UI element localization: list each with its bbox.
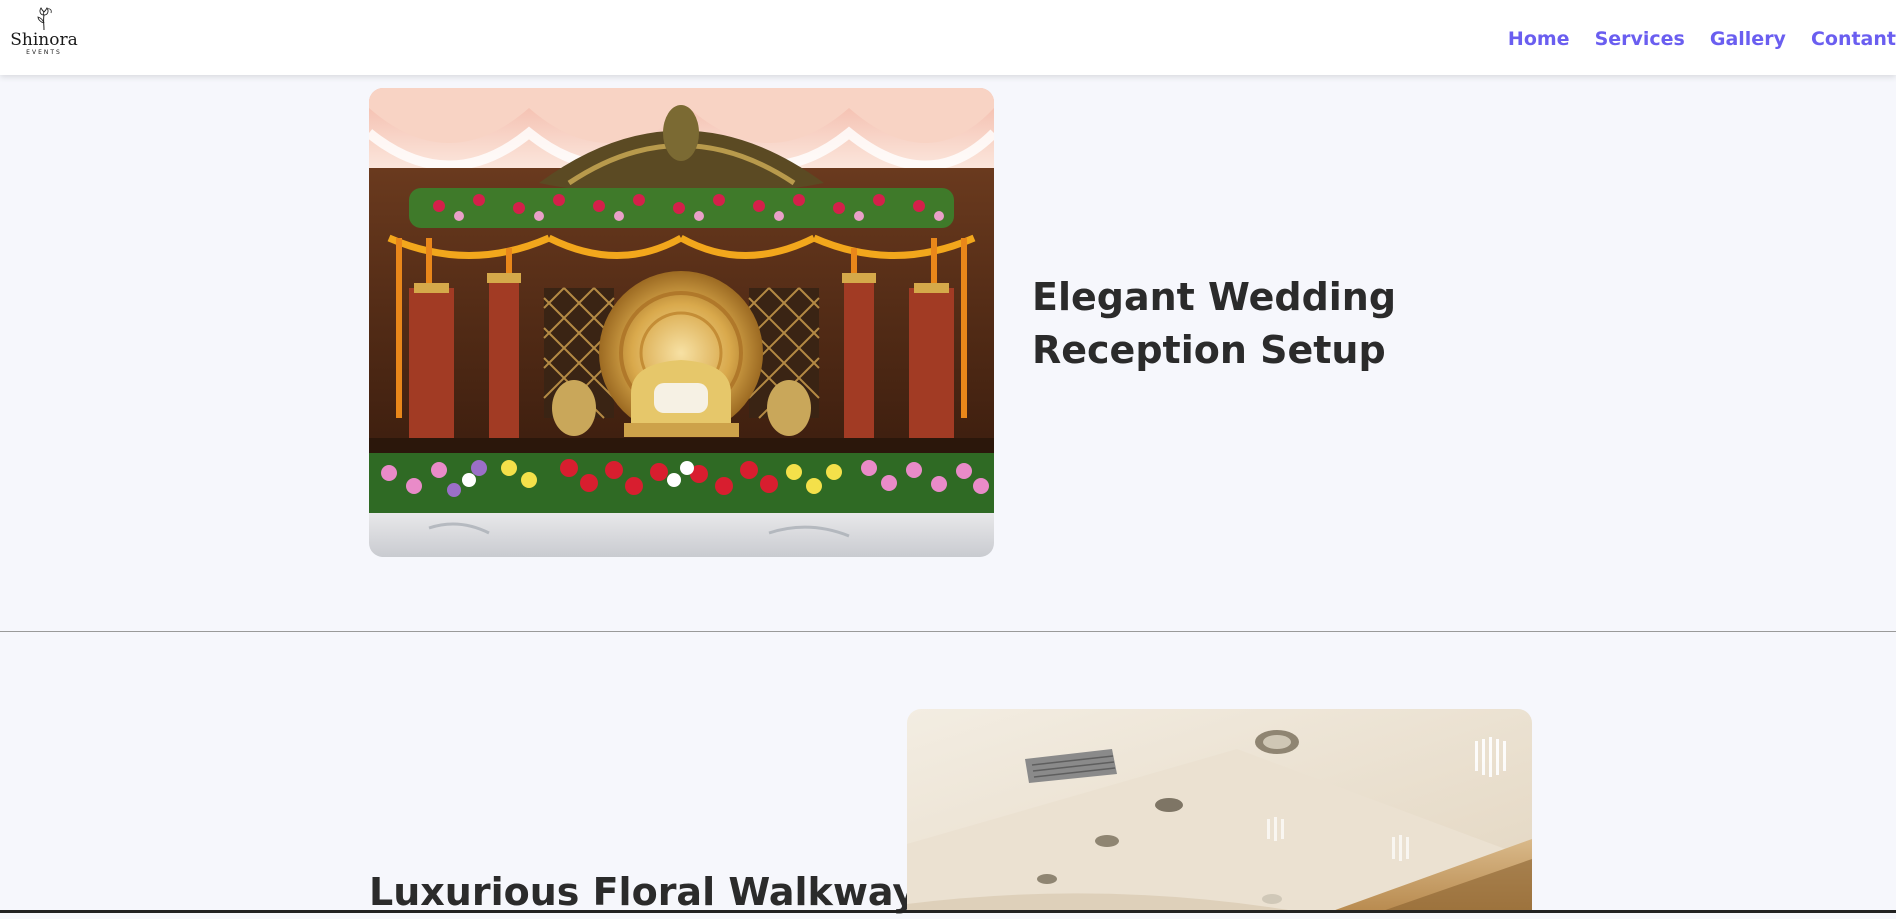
section-divider [0, 631, 1896, 632]
site-header: Shinora EVENTS Home Services Gallery Con… [0, 0, 1896, 75]
logo-name: Shinora [10, 30, 78, 50]
wedding-stage-image [369, 88, 994, 557]
hall-ceiling-illustration [907, 709, 1532, 913]
section-title: Elegant Wedding Reception Setup [1032, 275, 1397, 372]
flower-logo-icon [37, 7, 52, 31]
nav-contact-link[interactable]: Contant [1811, 28, 1896, 50]
nav-services-link[interactable]: Services [1595, 28, 1685, 50]
nav-gallery-link[interactable]: Gallery [1710, 28, 1786, 50]
logo[interactable]: Shinora EVENTS [8, 6, 80, 66]
wedding-stage-illustration [369, 88, 994, 557]
nav-home-link[interactable]: Home [1508, 28, 1570, 50]
hall-ceiling-image [907, 709, 1532, 913]
logo-subtitle: EVENTS [26, 49, 62, 56]
main-nav: Home Services Gallery Contant [1483, 0, 1896, 78]
